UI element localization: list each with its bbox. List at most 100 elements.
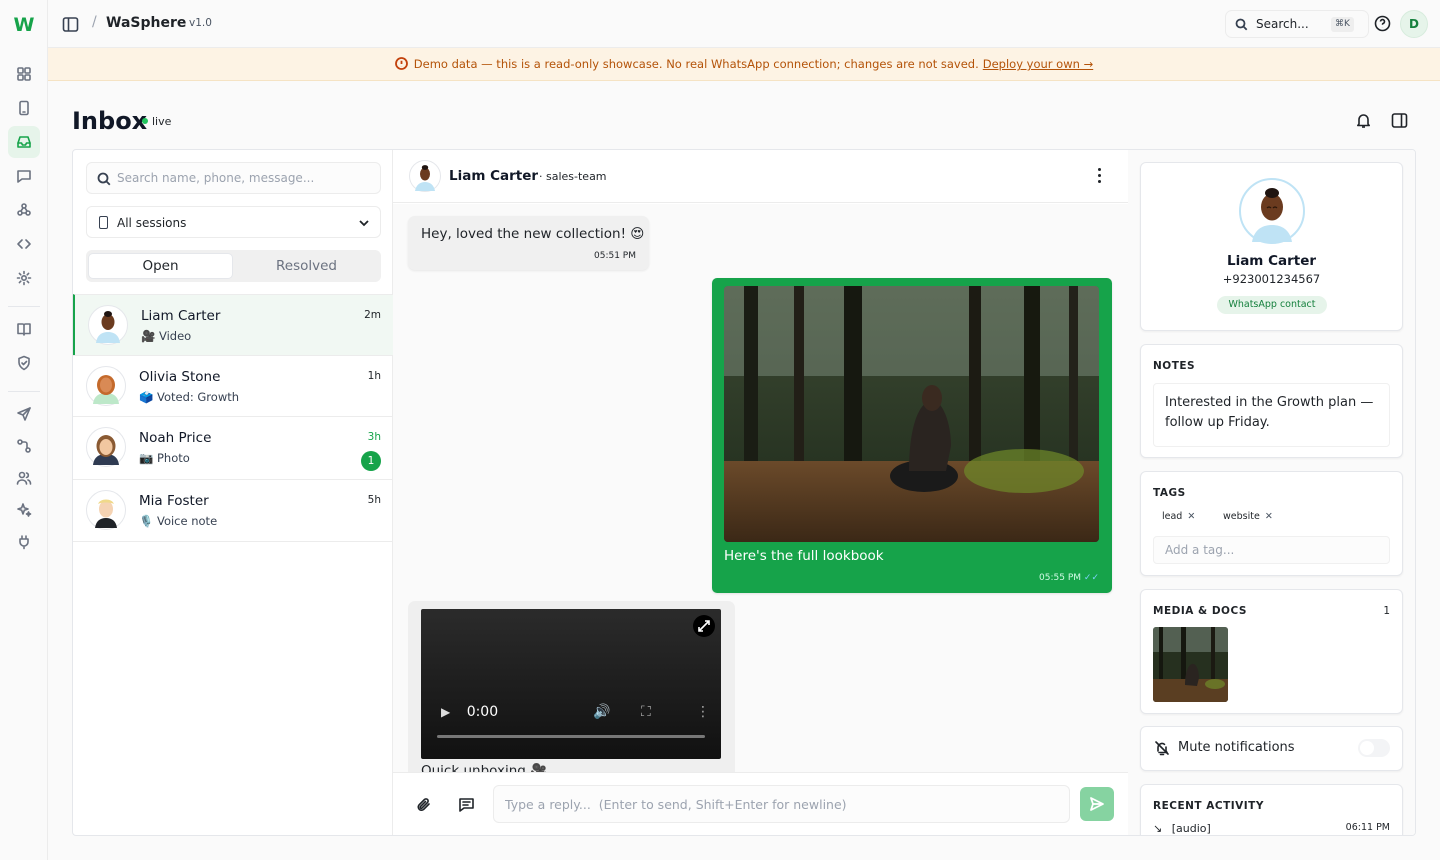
contact-avatar — [86, 427, 126, 467]
mute-toggle[interactable] — [1358, 739, 1390, 757]
conversation-item[interactable]: Mia Foster 🎙️ Voice note 5h — [73, 479, 393, 542]
search-shortcut: ⌘K — [1331, 17, 1354, 32]
session-select[interactable]: All sessions — [86, 206, 381, 238]
activity-card: RECENT ACTIVITY ↘ [audio] 06:11 PM — [1140, 784, 1403, 835]
activity-title: RECENT ACTIVITY — [1153, 800, 1264, 812]
message-bubble-outgoing: Here's the full lookbook 05:55 PM ✓✓ — [712, 278, 1112, 593]
add-tag-input[interactable] — [1153, 536, 1390, 564]
media-title: MEDIA & DOCS — [1153, 605, 1247, 617]
nav-integrations[interactable] — [8, 526, 40, 558]
dot — [1097, 168, 1101, 171]
nav-dashboard[interactable] — [8, 58, 40, 90]
mute-card: Mute notifications — [1140, 726, 1403, 771]
message-bubble-incoming: ▶ 0:00 🔊 ⛶ ⋮ Quick unboxing 🎥 — [408, 601, 735, 772]
templates-button[interactable] — [458, 796, 476, 814]
conversation-time: 2m — [364, 309, 381, 321]
nav-settings[interactable] — [8, 262, 40, 294]
incoming-arrow-icon: ↘ — [1153, 822, 1163, 835]
nav-broadcast[interactable] — [8, 398, 40, 430]
tag-chip: lead ✕ — [1162, 511, 1195, 522]
volume-icon[interactable]: 🔊 — [593, 704, 610, 720]
help-icon — [1374, 15, 1391, 32]
video-progress-bar[interactable] — [437, 735, 705, 738]
contact-avatar — [86, 490, 126, 530]
app-name[interactable]: WaSphere — [106, 15, 186, 31]
nav-flows[interactable] — [8, 430, 40, 462]
remove-tag-icon[interactable]: ✕ — [1265, 511, 1273, 522]
book-icon — [17, 323, 31, 336]
chat-panel: Liam Carter · sales-team Hey, loved the … — [393, 150, 1128, 835]
toggle-knob — [1360, 741, 1374, 755]
profile-name: Liam Carter — [1226, 253, 1317, 269]
play-icon[interactable]: ▶ — [441, 705, 450, 719]
send-button[interactable] — [1080, 787, 1114, 821]
fullscreen-icon[interactable]: ⛶ — [641, 704, 651, 720]
rail-divider — [8, 391, 40, 392]
profile-card: Liam Carter +923001234567 WhatsApp conta… — [1140, 162, 1403, 331]
chat-icon — [17, 170, 31, 183]
tab-open[interactable]: Open — [88, 253, 233, 279]
attach-button[interactable] — [415, 796, 433, 814]
dot — [1097, 180, 1101, 183]
profile-phone: +923001234567 — [1222, 272, 1321, 286]
code-icon — [17, 239, 31, 249]
more-options-icon[interactable]: ⋮ — [696, 704, 710, 720]
nav-inbox[interactable] — [8, 126, 40, 158]
conversation-item[interactable]: Olivia Stone 🗳️ Voted: Growth 1h — [73, 355, 393, 416]
plug-icon — [19, 535, 29, 550]
app-root: W / WaSphere v1.0 Search... ⌘K D Demo da… — [0, 0, 1440, 860]
reply-input[interactable] — [493, 785, 1070, 823]
template-icon — [459, 798, 474, 812]
global-search-button[interactable]: Search... ⌘K — [1225, 10, 1369, 38]
dashboard-icon — [17, 67, 31, 81]
video-player[interactable]: ▶ 0:00 🔊 ⛶ ⋮ — [421, 609, 721, 759]
nav-chats[interactable] — [8, 160, 40, 192]
message-bubble-incoming: Hey, loved the new collection! 😍 05:51 P… — [408, 216, 649, 270]
lookbook-image[interactable] — [724, 286, 1099, 542]
notifications-button[interactable] — [1355, 112, 1373, 130]
media-thumbnail[interactable] — [1153, 627, 1228, 702]
expand-icon — [698, 620, 710, 632]
video-controls: ▶ 0:00 🔊 ⛶ ⋮ — [441, 704, 710, 720]
user-avatar[interactable]: D — [1400, 10, 1428, 38]
conversation-preview: 🗳️ Voted: Growth — [139, 390, 240, 404]
activity-item: ↘ [audio] 06:11 PM — [1153, 822, 1390, 835]
shield-icon — [18, 355, 30, 371]
bell-off-icon — [1154, 740, 1170, 756]
sparkles-icon — [17, 503, 32, 517]
message-time: 05:51 PM — [594, 251, 636, 261]
conversation-list-panel: All sessions Open Resolved Liam Carter 🎥… — [73, 150, 393, 835]
nav-webhooks[interactable] — [8, 194, 40, 226]
app-logo[interactable]: W — [13, 12, 35, 38]
webhook-icon — [17, 203, 31, 216]
contact-details-panel: Liam Carter +923001234567 WhatsApp conta… — [1128, 150, 1415, 835]
nav-ai[interactable] — [8, 494, 40, 526]
help-button[interactable] — [1374, 15, 1391, 32]
toggle-panel-button[interactable] — [1391, 112, 1409, 130]
inbox-workspace: All sessions Open Resolved Liam Carter 🎥… — [72, 149, 1416, 836]
nav-devices[interactable] — [8, 92, 40, 124]
nav-security[interactable] — [8, 347, 40, 379]
nav-api[interactable] — [8, 228, 40, 260]
remove-tag-icon[interactable]: ✕ — [1187, 511, 1195, 522]
contact-avatar — [1239, 178, 1305, 244]
conversation-item[interactable]: Noah Price 📷 Photo 3h 1 — [73, 416, 393, 479]
chat-menu-button[interactable] — [1096, 168, 1102, 186]
dot — [1097, 174, 1101, 177]
notes-textarea[interactable]: Interested in the Growth plan — follow u… — [1153, 383, 1390, 447]
conversation-search-input[interactable] — [117, 163, 372, 193]
expand-video-button[interactable] — [693, 615, 715, 637]
deploy-link[interactable]: Deploy your own → — [983, 57, 1093, 71]
conversation-name: Olivia Stone — [139, 369, 221, 385]
nav-contacts[interactable] — [8, 462, 40, 494]
rail-divider — [8, 306, 40, 307]
nav-docs[interactable] — [8, 313, 40, 345]
message-time: 05:55 PM ✓✓ — [1039, 573, 1099, 583]
sidebar-toggle-button[interactable] — [60, 14, 80, 34]
unread-badge: 1 — [361, 451, 381, 471]
info-icon — [394, 57, 408, 70]
conversation-item[interactable]: Liam Carter 🎥 Video 2m — [73, 294, 393, 355]
notes-card: NOTES Interested in the Growth plan — fo… — [1140, 344, 1403, 458]
tab-resolved[interactable]: Resolved — [234, 253, 379, 279]
read-receipt-icon: ✓✓ — [1083, 573, 1099, 583]
